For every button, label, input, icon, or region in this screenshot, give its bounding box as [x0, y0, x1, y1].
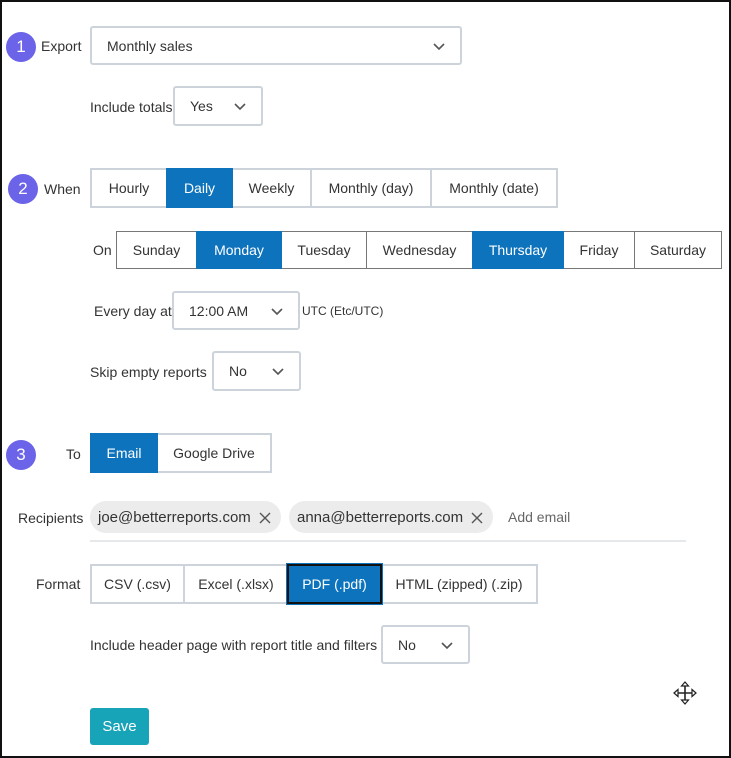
chevron-down-icon	[432, 41, 446, 51]
header-page-label: Include header page with report title an…	[90, 637, 378, 653]
day-thursday-button[interactable]: Thursday	[472, 231, 564, 269]
skip-empty-select[interactable]: No	[212, 351, 301, 391]
recipient-chip: joe@betterreports.com	[90, 501, 281, 533]
recipient-email: joe@betterreports.com	[98, 508, 251, 526]
step-badge-to: 3	[6, 440, 36, 470]
chevron-down-icon	[233, 101, 247, 111]
on-label: On	[93, 242, 112, 258]
include-totals-value: Yes	[190, 98, 213, 114]
export-label: Export	[41, 38, 82, 54]
chevron-down-icon	[440, 640, 454, 650]
day-monday-button[interactable]: Monday	[196, 231, 282, 269]
add-email-input[interactable]: Add email	[508, 509, 570, 525]
close-icon[interactable]	[259, 511, 271, 524]
destination-segmented-control: Email Google Drive	[90, 433, 272, 473]
frequency-monthly-day-button[interactable]: Monthly (day)	[310, 168, 432, 208]
format-segmented-control: CSV (.csv) Excel (.xlsx) PDF (.pdf) HTML…	[90, 564, 538, 604]
step-badge-export: 1	[6, 32, 36, 62]
days-segmented-control: Sunday Monday Tuesday Wednesday Thursday…	[116, 231, 722, 269]
day-wednesday-button[interactable]: Wednesday	[366, 231, 473, 269]
skip-empty-value: No	[229, 363, 247, 379]
to-label: To	[66, 446, 81, 462]
format-pdf-button[interactable]: PDF (.pdf)	[287, 564, 382, 604]
frequency-weekly-button[interactable]: Weekly	[231, 168, 312, 208]
recipient-chip: anna@betterreports.com	[289, 501, 494, 533]
frequency-hourly-button[interactable]: Hourly	[90, 168, 168, 208]
timezone-label: UTC (Etc/UTC)	[302, 304, 384, 318]
format-label: Format	[36, 576, 81, 592]
frequency-daily-button[interactable]: Daily	[166, 168, 233, 208]
format-csv-button[interactable]: CSV (.csv)	[90, 564, 185, 604]
save-button[interactable]: Save	[90, 708, 149, 745]
step-badge-when: 2	[8, 174, 38, 204]
export-report-select[interactable]: Monthly sales	[90, 26, 462, 65]
header-page-select[interactable]: No	[381, 625, 470, 664]
include-totals-label: Include totals	[90, 99, 173, 115]
format-excel-button[interactable]: Excel (.xlsx)	[183, 564, 289, 604]
time-select[interactable]: 12:00 AM	[172, 291, 300, 330]
time-value: 12:00 AM	[189, 302, 249, 319]
when-label: When	[44, 181, 81, 197]
day-saturday-button[interactable]: Saturday	[634, 231, 722, 269]
header-page-value: No	[398, 636, 416, 653]
day-friday-button[interactable]: Friday	[563, 231, 635, 269]
frequency-monthly-date-button[interactable]: Monthly (date)	[430, 168, 558, 208]
frequency-segmented-control: Hourly Daily Weekly Monthly (day) Monthl…	[90, 168, 558, 208]
chevron-down-icon	[271, 366, 285, 376]
day-sunday-button[interactable]: Sunday	[116, 231, 197, 269]
recipients-label: Recipients	[18, 510, 84, 526]
every-day-label: Every day at	[94, 303, 172, 319]
move-icon	[672, 680, 698, 706]
chevron-down-icon	[270, 306, 284, 316]
destination-email-button[interactable]: Email	[90, 433, 158, 473]
include-totals-select[interactable]: Yes	[173, 86, 263, 126]
format-html-button[interactable]: HTML (zipped) (.zip)	[380, 564, 538, 604]
close-icon[interactable]	[471, 511, 483, 524]
day-tuesday-button[interactable]: Tuesday	[281, 231, 367, 269]
export-report-value: Monthly sales	[107, 37, 193, 54]
recipient-email: anna@betterreports.com	[297, 508, 464, 526]
destination-google-drive-button[interactable]: Google Drive	[156, 433, 272, 473]
skip-empty-label: Skip empty reports	[90, 364, 207, 380]
recipients-underline	[90, 540, 686, 542]
